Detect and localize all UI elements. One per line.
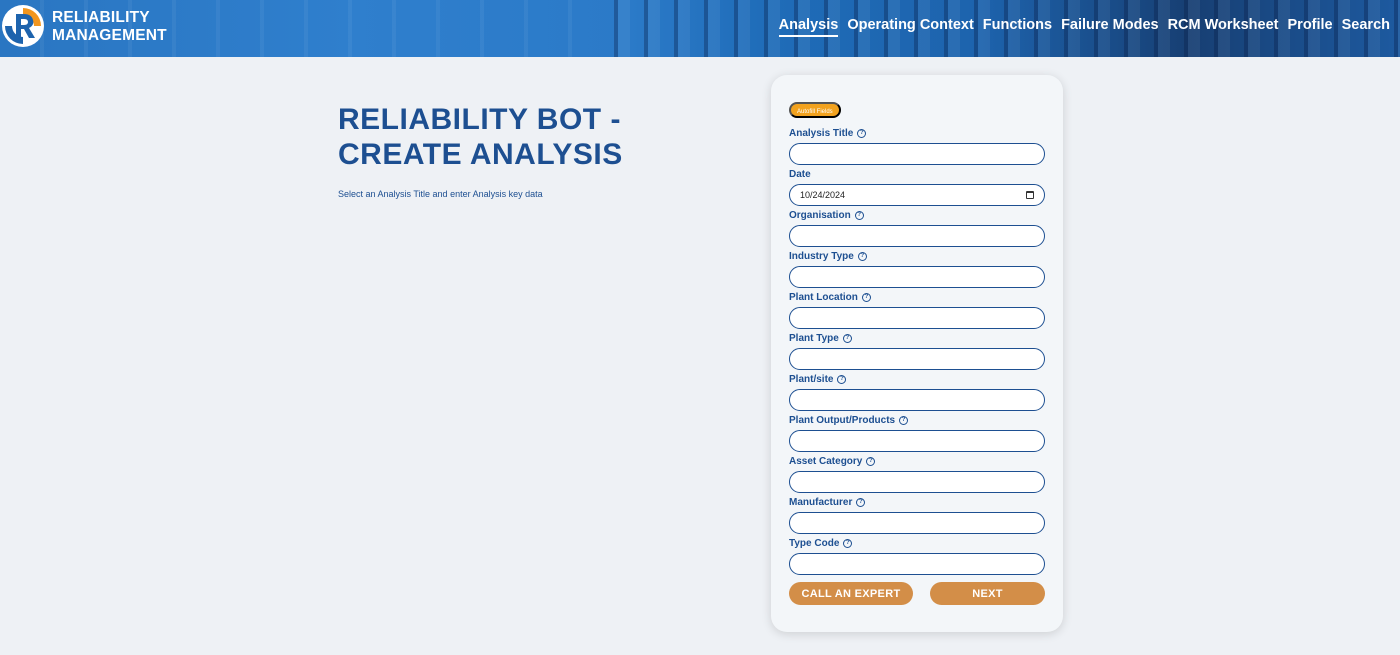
field-label: Asset Category? bbox=[789, 454, 1045, 468]
field-label: Plant/site? bbox=[789, 372, 1045, 386]
field-organisation: Organisation? bbox=[789, 208, 1045, 247]
field-type-code: Type Code? bbox=[789, 536, 1045, 575]
field-label: Date bbox=[789, 167, 1045, 181]
nav-item-failure-modes[interactable]: Failure Modes bbox=[1061, 17, 1159, 37]
organisation-input[interactable] bbox=[789, 225, 1045, 247]
field-label: Type Code? bbox=[789, 536, 1045, 550]
field-label: Organisation? bbox=[789, 208, 1045, 222]
help-icon[interactable]: ? bbox=[857, 128, 867, 138]
help-icon[interactable]: ? bbox=[866, 456, 876, 466]
field-label-text: Plant/site bbox=[789, 373, 834, 385]
field-label: Analysis Title? bbox=[789, 126, 1045, 140]
field-date: Date 10/24/2024 bbox=[789, 167, 1045, 206]
help-icon[interactable]: ? bbox=[861, 292, 871, 302]
brand-line-2: MANAGEMENT bbox=[52, 27, 167, 44]
nav-item-profile[interactable]: Profile bbox=[1288, 17, 1333, 37]
nav-item-analysis[interactable]: Analysis bbox=[778, 17, 839, 37]
rm-logo-icon[interactable] bbox=[2, 5, 44, 47]
field-label-text: Industry Type bbox=[789, 250, 854, 262]
field-label-text: Asset Category bbox=[789, 455, 863, 467]
brand-name[interactable]: RELIABILITY MANAGEMENT bbox=[52, 9, 167, 45]
calendar-icon[interactable] bbox=[1026, 191, 1034, 199]
field-label: Plant Output/Products? bbox=[789, 413, 1045, 427]
field-label: Manufacturer? bbox=[789, 495, 1045, 509]
field-label-text: Plant Location bbox=[789, 291, 858, 303]
field-plant-site: Plant/site? bbox=[789, 372, 1045, 411]
help-icon[interactable]: ? bbox=[856, 497, 866, 507]
field-plant-type: Plant Type? bbox=[789, 331, 1045, 370]
field-label-text: Manufacturer bbox=[789, 496, 853, 508]
plant-site-input[interactable] bbox=[789, 389, 1045, 411]
brand-line-1: RELIABILITY bbox=[52, 9, 150, 26]
help-icon[interactable]: ? bbox=[843, 538, 853, 548]
help-icon[interactable]: ? bbox=[837, 374, 847, 384]
help-icon[interactable]: ? bbox=[842, 333, 852, 343]
top-header: RELIABILITY MANAGEMENT Analysis Operatin… bbox=[0, 0, 1400, 57]
page-subtitle: Select an Analysis Title and enter Analy… bbox=[338, 189, 543, 199]
autofill-fields-button[interactable]: Autofill Fields bbox=[789, 102, 841, 118]
nav-item-rcm-worksheet[interactable]: RCM Worksheet bbox=[1168, 17, 1279, 37]
page-title: RELIABILITY BOT - CREATE ANALYSIS bbox=[338, 103, 623, 171]
date-input[interactable]: 10/24/2024 bbox=[789, 184, 1045, 206]
main-nav: Analysis Operating Context Functions Fai… bbox=[778, 17, 1390, 37]
type-code-input[interactable] bbox=[789, 553, 1045, 575]
create-analysis-form: Autofill Fields Analysis Title? Date 10/… bbox=[771, 75, 1063, 632]
field-manufacturer: Manufacturer? bbox=[789, 495, 1045, 534]
field-label-text: Type Code bbox=[789, 537, 840, 549]
call-an-expert-button[interactable]: CALL AN EXPERT bbox=[789, 582, 913, 605]
plant-location-input[interactable] bbox=[789, 307, 1045, 329]
field-label-text: Analysis Title bbox=[789, 127, 854, 139]
field-plant-location: Plant Location? bbox=[789, 290, 1045, 329]
field-analysis-title: Analysis Title? bbox=[789, 126, 1045, 165]
nav-item-operating-context[interactable]: Operating Context bbox=[847, 17, 973, 37]
plant-type-input[interactable] bbox=[789, 348, 1045, 370]
help-icon[interactable]: ? bbox=[854, 210, 864, 220]
industry-type-input[interactable] bbox=[789, 266, 1045, 288]
field-asset-category: Asset Category? bbox=[789, 454, 1045, 493]
manufacturer-input[interactable] bbox=[789, 512, 1045, 534]
nav-item-search[interactable]: Search bbox=[1342, 17, 1390, 37]
field-label-text: Plant Output/Products bbox=[789, 414, 896, 426]
field-industry-type: Industry Type? bbox=[789, 249, 1045, 288]
field-label: Industry Type? bbox=[789, 249, 1045, 263]
field-label-text: Organisation bbox=[789, 209, 851, 221]
help-icon[interactable]: ? bbox=[899, 415, 909, 425]
plant-output-products-input[interactable] bbox=[789, 430, 1045, 452]
next-button[interactable]: NEXT bbox=[930, 582, 1045, 605]
nav-item-functions[interactable]: Functions bbox=[983, 17, 1052, 37]
field-label: Plant Location? bbox=[789, 290, 1045, 304]
field-label-text: Date bbox=[789, 168, 811, 180]
analysis-title-input[interactable] bbox=[789, 143, 1045, 165]
input-value: 10/24/2024 bbox=[800, 190, 846, 200]
field-label: Plant Type? bbox=[789, 331, 1045, 345]
field-label-text: Plant Type bbox=[789, 332, 839, 344]
asset-category-input[interactable] bbox=[789, 471, 1045, 493]
field-plant-output-products: Plant Output/Products? bbox=[789, 413, 1045, 452]
help-icon[interactable]: ? bbox=[857, 251, 867, 261]
